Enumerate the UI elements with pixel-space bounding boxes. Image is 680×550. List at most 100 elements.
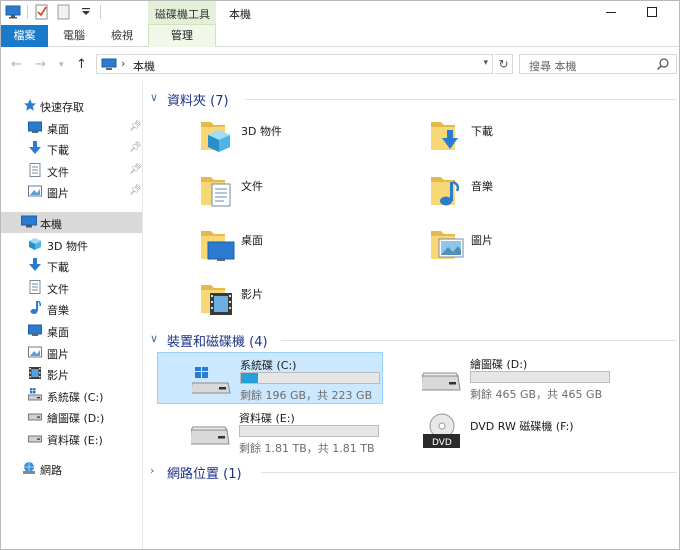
nav-drive-d[interactable]: 繪圖碟 (D:)	[1, 406, 142, 427]
drive-name: DVD RW 磁碟機 (F:)	[470, 420, 574, 433]
nav-drive-e[interactable]: 資料碟 (E:)	[1, 428, 142, 449]
nav-label: 快速存取	[40, 101, 84, 114]
breadcrumb-separator[interactable]: ›	[121, 57, 125, 70]
nav-label: 下載	[47, 144, 69, 157]
document-icon	[28, 163, 42, 177]
folder-downloads[interactable]: 下載	[429, 114, 629, 164]
drive-usage-bar	[239, 425, 379, 437]
group-header-folders[interactable]: ∨ 資料夾 (7)	[149, 89, 677, 109]
nav-this-pc[interactable]: 本機	[1, 212, 142, 233]
new-folder-icon[interactable]	[56, 4, 72, 20]
pin-icon[interactable]: 📌︎	[129, 142, 142, 153]
refresh-button[interactable]: ↻	[495, 54, 513, 74]
explorer-window: 磁碟機工具 本機 檔案 電腦 檢視 管理 ← → ▾ ↑ › 本機 ▾ ↻ 搜尋…	[0, 0, 680, 550]
drive-icon	[28, 431, 42, 445]
address-bar[interactable]: › 本機 ▾	[96, 54, 493, 74]
window-title: 本機	[229, 8, 251, 21]
chevron-down-icon[interactable]: ∨	[150, 91, 158, 104]
network-icon	[21, 461, 35, 475]
nav-3d-objects[interactable]: 3D 物件	[1, 234, 142, 255]
pin-icon[interactable]: 📌︎	[129, 164, 142, 175]
up-arrow-icon[interactable]: ↑	[76, 57, 87, 72]
forward-arrow-icon[interactable]: →	[35, 57, 46, 72]
back-arrow-icon[interactable]: ←	[11, 57, 22, 72]
group-header-drives[interactable]: ∨ 裝置和磁碟機 (4)	[149, 330, 677, 350]
chevron-down-icon[interactable]: ∨	[150, 332, 158, 345]
drive-icon	[189, 420, 231, 450]
tab-manage[interactable]: 管理	[148, 25, 216, 47]
tab-view[interactable]: 檢視	[111, 25, 133, 47]
pin-icon[interactable]: 📌︎	[129, 185, 142, 196]
nav-label: 文件	[47, 166, 69, 179]
nav-label: 文件	[47, 283, 69, 296]
nav-label: 網路	[40, 464, 62, 477]
nav-qa-desktop[interactable]: 桌面 📌︎	[1, 117, 142, 138]
nav-drive-c[interactable]: 系統碟 (C:)	[1, 385, 142, 406]
folder-videos[interactable]: 影片	[199, 277, 399, 327]
nav-label: 圖片	[47, 348, 69, 361]
group-title: 裝置和磁碟機 (4)	[167, 335, 268, 350]
tab-computer[interactable]: 電腦	[63, 25, 85, 47]
3d-objects-folder-icon	[199, 116, 235, 154]
folder-desktop[interactable]: 桌面	[199, 223, 399, 273]
search-input[interactable]: 搜尋 本機	[519, 54, 677, 74]
drive-name: 資料碟 (E:)	[239, 412, 295, 425]
nav-music[interactable]: 音樂	[1, 298, 142, 319]
download-icon	[28, 258, 42, 272]
nav-label: 音樂	[47, 304, 69, 317]
tab-file[interactable]: 檔案	[1, 25, 48, 47]
nav-label: 繪圖碟 (D:)	[47, 412, 105, 425]
drive-f-dvd[interactable]: DVD DVD RW 磁碟機 (F:)	[388, 406, 614, 458]
document-icon	[28, 280, 42, 294]
computer-icon	[21, 215, 37, 229]
star-icon	[23, 98, 37, 112]
nav-qa-documents[interactable]: 文件 📌︎	[1, 160, 142, 181]
qat-divider	[27, 5, 28, 19]
folder-documents[interactable]: 文件	[199, 169, 399, 219]
chevron-down-icon[interactable]: ▾	[483, 58, 488, 68]
group-header-network[interactable]: › 網路位置 (1)	[149, 462, 677, 482]
maximize-button[interactable]	[645, 5, 659, 19]
group-divider	[245, 99, 677, 100]
drive-c[interactable]: 系統碟 (C:) 剩餘 196 GB，共 223 GB	[157, 352, 383, 404]
nav-pictures[interactable]: 圖片	[1, 342, 142, 363]
minimize-button[interactable]	[604, 5, 618, 19]
system-drive-icon	[190, 355, 232, 397]
customize-qat-icon[interactable]	[78, 4, 94, 20]
drive-free-space: 剩餘 1.81 TB，共 1.81 TB	[239, 442, 375, 455]
properties-icon[interactable]	[34, 4, 50, 20]
nav-label: 桌面	[47, 326, 69, 339]
picture-icon	[28, 184, 42, 198]
nav-qa-pictures[interactable]: 圖片 📌︎	[1, 181, 142, 202]
computer-icon	[101, 58, 117, 74]
drive-d[interactable]: 繪圖碟 (D:) 剩餘 465 GB，共 465 GB	[388, 352, 614, 404]
group-title: 資料夾 (7)	[167, 94, 229, 109]
breadcrumb-this-pc[interactable]: 本機	[133, 58, 155, 74]
pin-icon[interactable]: 📌︎	[129, 121, 142, 132]
nav-label: 系統碟 (C:)	[47, 391, 104, 404]
nav-network[interactable]: 網路	[1, 458, 142, 479]
nav-downloads[interactable]: 下載	[1, 255, 142, 276]
folder-music[interactable]: 音樂	[429, 169, 629, 219]
title-bar: 磁碟機工具 本機	[1, 1, 679, 25]
recent-locations-icon[interactable]: ▾	[59, 60, 64, 70]
nav-videos[interactable]: 影片	[1, 363, 142, 384]
address-row: ← → ▾ ↑ › 本機 ▾ ↻ 搜尋 本機	[1, 48, 679, 80]
picture-icon	[28, 345, 42, 359]
navigation-pane: 快速存取 桌面 📌︎ 下載 📌︎ 文件 📌︎ 圖片 📌︎ 本機 3D 物件 下載…	[1, 81, 143, 549]
picture-folder-icon	[429, 225, 465, 263]
drive-usage-bar	[470, 371, 610, 383]
nav-desktop[interactable]: 桌面	[1, 320, 142, 341]
chevron-right-icon[interactable]: ›	[150, 464, 154, 477]
nav-documents[interactable]: 文件	[1, 277, 142, 298]
quick-access-toolbar	[5, 4, 101, 20]
nav-qa-downloads[interactable]: 下載 📌︎	[1, 138, 142, 159]
contextual-tab-drive-tools: 磁碟機工具	[148, 1, 216, 25]
folder-3d-objects[interactable]: 3D 物件	[199, 114, 399, 164]
folder-pictures[interactable]: 圖片	[429, 223, 629, 273]
drive-e[interactable]: 資料碟 (E:) 剩餘 1.81 TB，共 1.81 TB	[157, 406, 383, 458]
content-pane: ∨ 資料夾 (7) 3D 物件 下載 文件 音樂 桌面 圖片 影片 ∨ 裝置和磁…	[144, 81, 679, 549]
nav-quick-access[interactable]: 快速存取	[1, 95, 142, 116]
nav-label: 影片	[47, 369, 69, 382]
computer-icon[interactable]	[5, 4, 21, 20]
